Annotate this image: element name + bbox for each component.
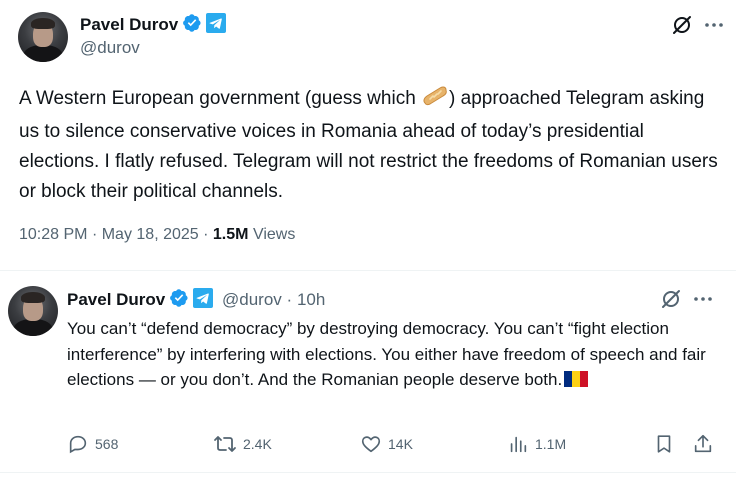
reply-text: You can’t “defend democracy” by destroyi… bbox=[67, 316, 727, 396]
baguette-emoji bbox=[421, 85, 449, 117]
repost-count: 2.4K bbox=[243, 436, 272, 452]
grok-icon[interactable] bbox=[671, 14, 693, 36]
reply-handle[interactable]: @durov bbox=[222, 290, 282, 309]
repost-icon bbox=[213, 433, 237, 455]
author-name-line[interactable]: Pavel Durov bbox=[80, 13, 227, 38]
bookmark-icon bbox=[653, 433, 675, 455]
like-count: 14K bbox=[388, 436, 413, 452]
like-icon bbox=[360, 433, 382, 455]
repost-button[interactable]: 2.4K bbox=[213, 430, 272, 458]
reply-avatar[interactable] bbox=[8, 286, 58, 336]
reply-text-body: You can’t “defend democracy” by destroyi… bbox=[67, 319, 706, 389]
views-label: Views bbox=[252, 226, 296, 243]
meta-separator: · bbox=[203, 226, 209, 243]
author-handle[interactable]: @durov bbox=[80, 38, 140, 58]
tweet-text-part-1: A Western European government (guess whi… bbox=[19, 88, 422, 109]
views-button[interactable]: 1.1M bbox=[507, 430, 566, 458]
grok-icon[interactable] bbox=[660, 288, 682, 310]
reply-icon bbox=[67, 433, 89, 455]
divider bbox=[0, 270, 736, 271]
bookmark-button[interactable] bbox=[653, 430, 675, 458]
author-name[interactable]: Pavel Durov bbox=[80, 15, 178, 34]
reply-count: 568 bbox=[95, 436, 119, 452]
meta-separator: · bbox=[91, 226, 98, 243]
reply-age[interactable]: 10h bbox=[297, 290, 325, 309]
tweet-time[interactable]: 10:28 PM bbox=[19, 226, 87, 243]
share-icon bbox=[692, 433, 714, 455]
tweet-text: A Western European government (guess whi… bbox=[19, 84, 719, 207]
tweet-meta: 10:28 PM · May 18, 2025 · 1.5M Views bbox=[19, 226, 295, 244]
main-tweet: Pavel Durov @durov A Western European go… bbox=[0, 0, 736, 270]
more-icon[interactable] bbox=[692, 288, 714, 310]
divider bbox=[0, 472, 736, 473]
reply-button[interactable]: 568 bbox=[67, 430, 118, 458]
like-button[interactable]: 14K bbox=[360, 430, 413, 458]
tweet-date[interactable]: May 18, 2025 bbox=[102, 226, 199, 243]
reply-author-line: Pavel Durov @durov · 10h bbox=[67, 288, 325, 313]
reply-author-name[interactable]: Pavel Durov bbox=[67, 290, 165, 309]
telegram-icon bbox=[193, 288, 214, 313]
views-count: 1.5M bbox=[212, 226, 249, 243]
reply-separator: · bbox=[286, 290, 293, 309]
verified-badge-icon[interactable] bbox=[182, 13, 202, 38]
share-button[interactable] bbox=[692, 430, 714, 458]
telegram-icon bbox=[206, 13, 227, 38]
romania-flag-emoji bbox=[564, 370, 589, 396]
views-icon bbox=[507, 433, 529, 455]
more-icon[interactable] bbox=[703, 14, 725, 36]
views-count: 1.1M bbox=[535, 436, 567, 452]
reply-actions: 568 2.4K 14K 1.1M bbox=[0, 430, 736, 458]
verified-badge-icon[interactable] bbox=[169, 288, 189, 313]
avatar[interactable] bbox=[18, 12, 68, 62]
